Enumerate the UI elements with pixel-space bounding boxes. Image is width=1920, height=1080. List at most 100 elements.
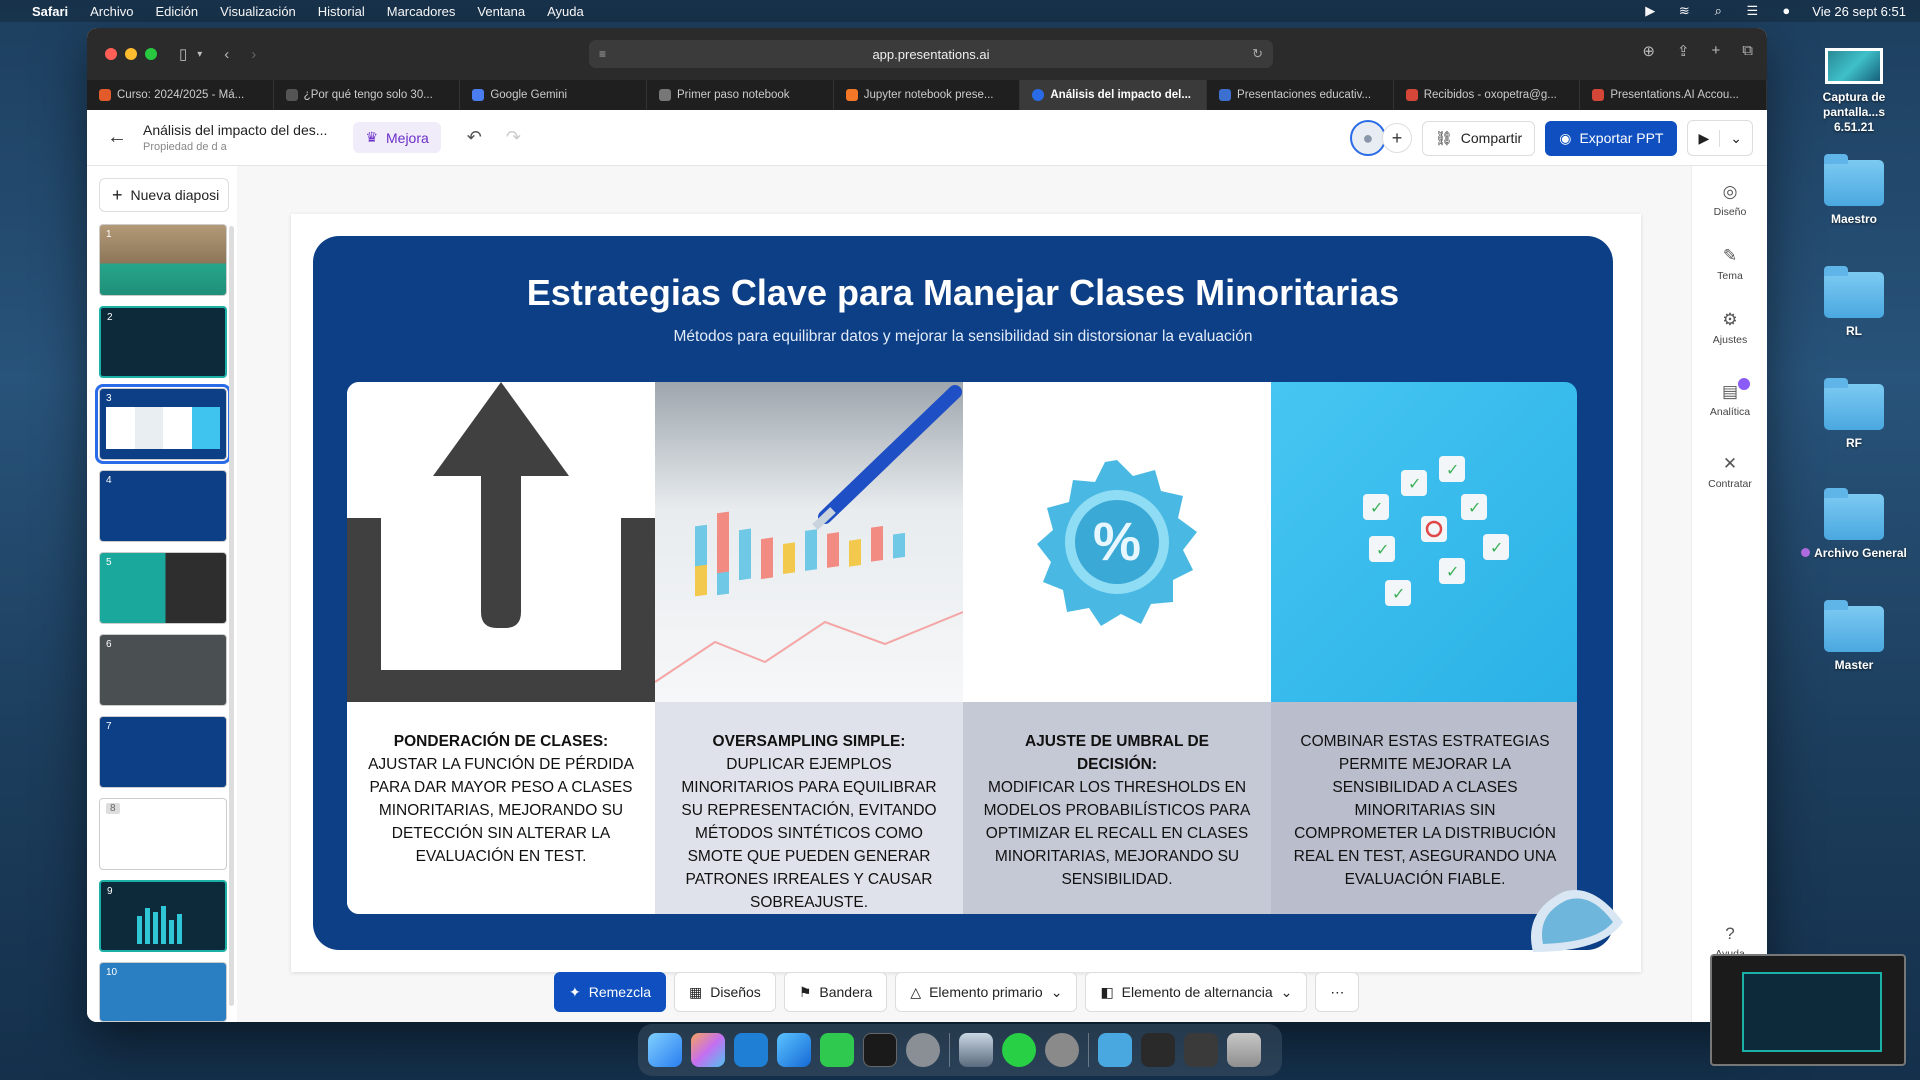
strategy-card[interactable]: ✓ ✓ ✓ ✓ ✓ ✓ ✓ ✓ COMBINAR ESTAS ESTRATEGI… (1271, 382, 1577, 914)
primary-element-dropdown[interactable]: △ Elemento primario ⌄ (895, 972, 1078, 1012)
address-bar[interactable]: ≡ app.presentations.ai ↻ (589, 40, 1273, 68)
play-circle-icon[interactable]: ▶ (1642, 4, 1658, 18)
safari-icon[interactable] (777, 1033, 811, 1067)
desktop-screenshot-file[interactable]: Captura de pantalla...s 6.51.21 (1794, 48, 1914, 135)
user-avatar[interactable]: ● (1349, 120, 1386, 156)
forward-nav-icon[interactable]: › (251, 46, 256, 63)
trash-icon[interactable] (1227, 1033, 1261, 1067)
slide-thumbnail-selected[interactable]: 3 (95, 384, 231, 464)
browser-tab[interactable]: ¿Por qué tengo solo 30... (274, 80, 461, 110)
site-settings-icon[interactable]: ≡ (599, 47, 606, 61)
strategy-card[interactable]: PONDERACIÓN DE CLASES: AJUSTAR LA FUNCIÓN… (347, 382, 655, 914)
slide-thumbnail[interactable]: 6 (99, 634, 227, 706)
terminal-icon[interactable] (863, 1033, 897, 1067)
browser-tab[interactable]: Google Gemini (460, 80, 648, 110)
undo-icon[interactable]: ↶ (467, 127, 482, 148)
vscode-icon[interactable] (734, 1033, 768, 1067)
wifi-icon[interactable]: ≋ (1676, 4, 1692, 18)
browser-tab[interactable]: Jupyter notebook prese... (834, 80, 1021, 110)
slide-thumbnail[interactable]: 8 (99, 798, 227, 870)
flag-button[interactable]: ⚑ Bandera (783, 972, 888, 1012)
tab-overview-icon[interactable]: ⧉ (1742, 42, 1753, 60)
share-button[interactable]: ⛓ Compartir (1421, 120, 1536, 156)
desktop-folder-master[interactable]: Master (1794, 600, 1914, 672)
mejora-button[interactable]: ♛ Mejora (353, 122, 441, 153)
sidebar-toggle-icon[interactable]: ▯ (179, 45, 187, 63)
back-arrow-icon[interactable]: ← (107, 126, 131, 149)
minimize-window-button[interactable] (125, 48, 137, 60)
slide-thumbnail[interactable]: 5 (99, 552, 227, 624)
slide-subtitle[interactable]: Métodos para equilibrar datos y mejorar … (313, 328, 1613, 346)
designs-button[interactable]: ▦ Diseños (673, 972, 776, 1012)
menu-datetime[interactable]: Vie 26 sept 6:51 (1812, 4, 1906, 19)
more-options-button[interactable]: ⋯ (1315, 972, 1360, 1012)
desktop-folder-maestro[interactable]: Maestro (1794, 154, 1914, 226)
alternate-element-dropdown[interactable]: ◧ Elemento de alternancia ⌄ (1085, 972, 1308, 1012)
slide-thumbnail[interactable]: 10 (99, 962, 227, 1022)
browser-tab-active[interactable]: Análisis del impacto del... (1020, 80, 1208, 110)
tool-contratar[interactable]: ✕ Contratar (1692, 454, 1767, 490)
slide-thumbnail[interactable]: 1 (99, 224, 227, 296)
spotlight-search-icon[interactable]: ⌕ (1710, 4, 1726, 18)
browser-tab[interactable]: Curso: 2024/2025 - Má... (87, 80, 274, 110)
zoom-window-button[interactable] (145, 48, 157, 60)
tool-ajustes[interactable]: ⚙ Ajustes (1692, 310, 1767, 346)
document-title-block[interactable]: Análisis del impacto del des... Propieda… (143, 122, 327, 153)
redo-icon[interactable]: ↷ (506, 127, 521, 148)
new-slide-button[interactable]: + Nueva diaposi (99, 178, 229, 212)
control-center-icon[interactable]: ☰ (1744, 4, 1760, 18)
slide-canvas[interactable]: Estrategias Clave para Manejar Clases Mi… (291, 214, 1641, 972)
slide-thumbnail[interactable]: 4 (99, 470, 227, 542)
sidebar-scrollbar[interactable] (229, 226, 234, 1006)
close-window-button[interactable] (105, 48, 117, 60)
recent-window-icon[interactable] (1184, 1033, 1218, 1067)
document-title[interactable]: Análisis del impacto del des... (143, 122, 327, 138)
play-icon[interactable]: ▶ (1688, 130, 1719, 147)
tool-analitica[interactable]: ▤ Analítica (1692, 378, 1767, 418)
tool-tema[interactable]: ✎ Tema (1692, 246, 1767, 282)
strategy-card[interactable]: % AJUSTE DE UMBRAL DE DECISIÓN: MODIFICAR… (963, 382, 1271, 914)
desktop-folder-rl[interactable]: RL (1794, 266, 1914, 338)
browser-tab[interactable]: Presentaciones educativ... (1207, 80, 1394, 110)
whatsapp-icon[interactable] (1002, 1033, 1036, 1067)
finder-icon[interactable] (648, 1033, 682, 1067)
slide-thumbnail[interactable]: 9 (99, 880, 227, 952)
slide-thumbnail[interactable]: 2 (99, 306, 227, 378)
screenshot-floating-preview[interactable] (1710, 954, 1906, 1066)
new-tab-icon[interactable]: + (1712, 42, 1721, 60)
remix-button[interactable]: ✦ Remezcla (554, 972, 666, 1012)
menu-ayuda[interactable]: Ayuda (547, 4, 584, 19)
strategy-card[interactable]: OVERSAMPLING SIMPLE: DUPLICAR EJEMPLOS M… (655, 382, 963, 914)
slide-title[interactable]: Estrategias Clave para Manejar Clases Mi… (313, 272, 1613, 314)
present-options-chevron-icon[interactable]: ⌄ (1719, 129, 1752, 147)
tex-icon[interactable] (1045, 1033, 1079, 1067)
tool-diseno[interactable]: ◎ Diseño (1692, 182, 1767, 218)
add-collaborator-button[interactable]: + (1381, 123, 1412, 153)
back-nav-icon[interactable]: ‹ (224, 46, 229, 63)
menu-app-name[interactable]: Safari (32, 4, 68, 19)
menu-edicion[interactable]: Edición (156, 4, 199, 19)
menu-marcadores[interactable]: Marcadores (387, 4, 456, 19)
browser-tab[interactable]: Presentations.AI Accou... (1580, 80, 1767, 110)
chevron-down-icon[interactable]: ▾ (197, 49, 202, 60)
browser-tab[interactable]: Recibidos - oxopetra@g... (1394, 80, 1581, 110)
recent-window-icon[interactable] (1141, 1033, 1175, 1067)
menu-archivo[interactable]: Archivo (90, 4, 133, 19)
share-icon[interactable]: ⇪ (1677, 42, 1690, 60)
menu-historial[interactable]: Historial (318, 4, 365, 19)
siri-icon[interactable]: ● (1778, 4, 1794, 18)
menu-visualizacion[interactable]: Visualización (220, 4, 296, 19)
downloads-folder-icon[interactable] (1098, 1033, 1132, 1067)
reload-icon[interactable]: ↻ (1252, 46, 1263, 62)
launchpad-icon[interactable] (691, 1033, 725, 1067)
browser-tab[interactable]: Primer paso notebook (647, 80, 834, 110)
preview-app-icon[interactable] (959, 1033, 993, 1067)
desktop-folder-archivo-general[interactable]: Archivo General (1794, 488, 1914, 560)
desktop-folder-rf[interactable]: RF (1794, 378, 1914, 450)
export-ppt-button[interactable]: ◉ Exportar PPT (1545, 120, 1678, 156)
system-settings-icon[interactable] (906, 1033, 940, 1067)
slide-thumbnail[interactable]: 7 (99, 716, 227, 788)
menu-ventana[interactable]: Ventana (477, 4, 525, 19)
facetime-icon[interactable] (820, 1033, 854, 1067)
downloads-icon[interactable]: ⊕ (1642, 42, 1655, 60)
